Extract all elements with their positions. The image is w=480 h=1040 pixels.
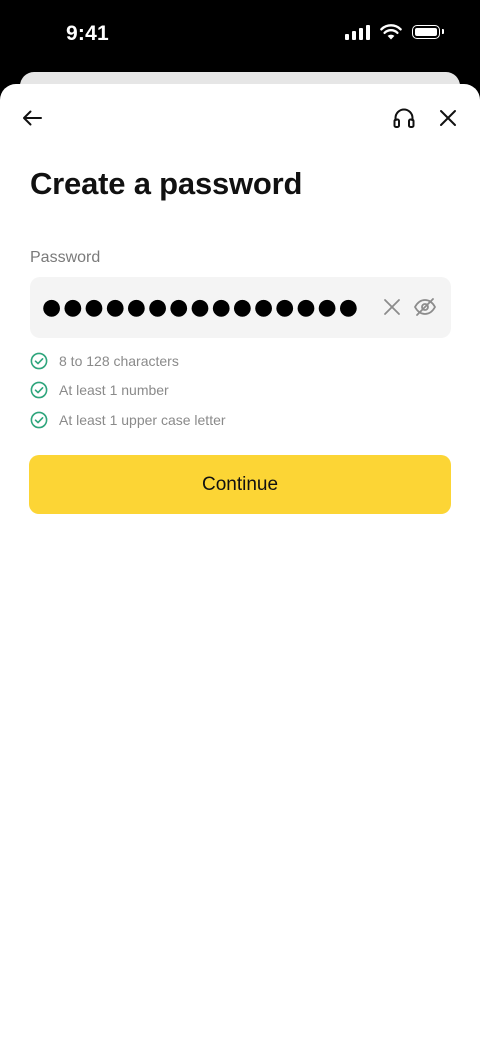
- password-requirements: 8 to 128 characters At least 1 number At…: [30, 346, 226, 435]
- status-bar: 9:41: [0, 0, 480, 72]
- password-input[interactable]: [42, 277, 362, 338]
- headset-icon: [393, 108, 415, 128]
- clear-icon: [384, 299, 400, 315]
- requirement-item: At least 1 upper case letter: [30, 405, 226, 435]
- check-circle-icon: [30, 352, 48, 370]
- requirement-item: At least 1 number: [30, 376, 226, 406]
- continue-button[interactable]: Continue: [29, 455, 451, 514]
- check-circle-icon: [30, 381, 48, 399]
- status-icons: [345, 24, 444, 40]
- requirement-label: At least 1 upper case letter: [59, 411, 226, 428]
- create-password-sheet: Create a password Password ●●●●●●●●●●●●●…: [0, 84, 480, 1040]
- clear-password-button[interactable]: [376, 291, 408, 323]
- arrow-left-icon: [23, 110, 42, 126]
- cellular-signal-icon: [345, 24, 370, 40]
- back-button[interactable]: [14, 100, 50, 136]
- page-title: Create a password: [30, 166, 303, 201]
- requirement-label: 8 to 128 characters: [59, 352, 179, 369]
- toggle-visibility-button[interactable]: [409, 291, 441, 323]
- check-circle-icon: [30, 411, 48, 429]
- password-field: [30, 277, 451, 338]
- close-button[interactable]: [430, 100, 466, 136]
- eye-off-icon: [413, 298, 437, 316]
- close-icon: [440, 110, 456, 126]
- support-button[interactable]: [386, 100, 422, 136]
- status-time: 9:41: [66, 22, 109, 45]
- app-screen: 9:41 Create a password Password ●●●●●●●●…: [0, 0, 480, 1040]
- requirement-label: At least 1 number: [59, 382, 169, 399]
- password-label: Password: [30, 249, 101, 266]
- battery-icon: [412, 25, 444, 39]
- wifi-icon: [380, 24, 402, 40]
- requirement-item: 8 to 128 characters: [30, 346, 226, 376]
